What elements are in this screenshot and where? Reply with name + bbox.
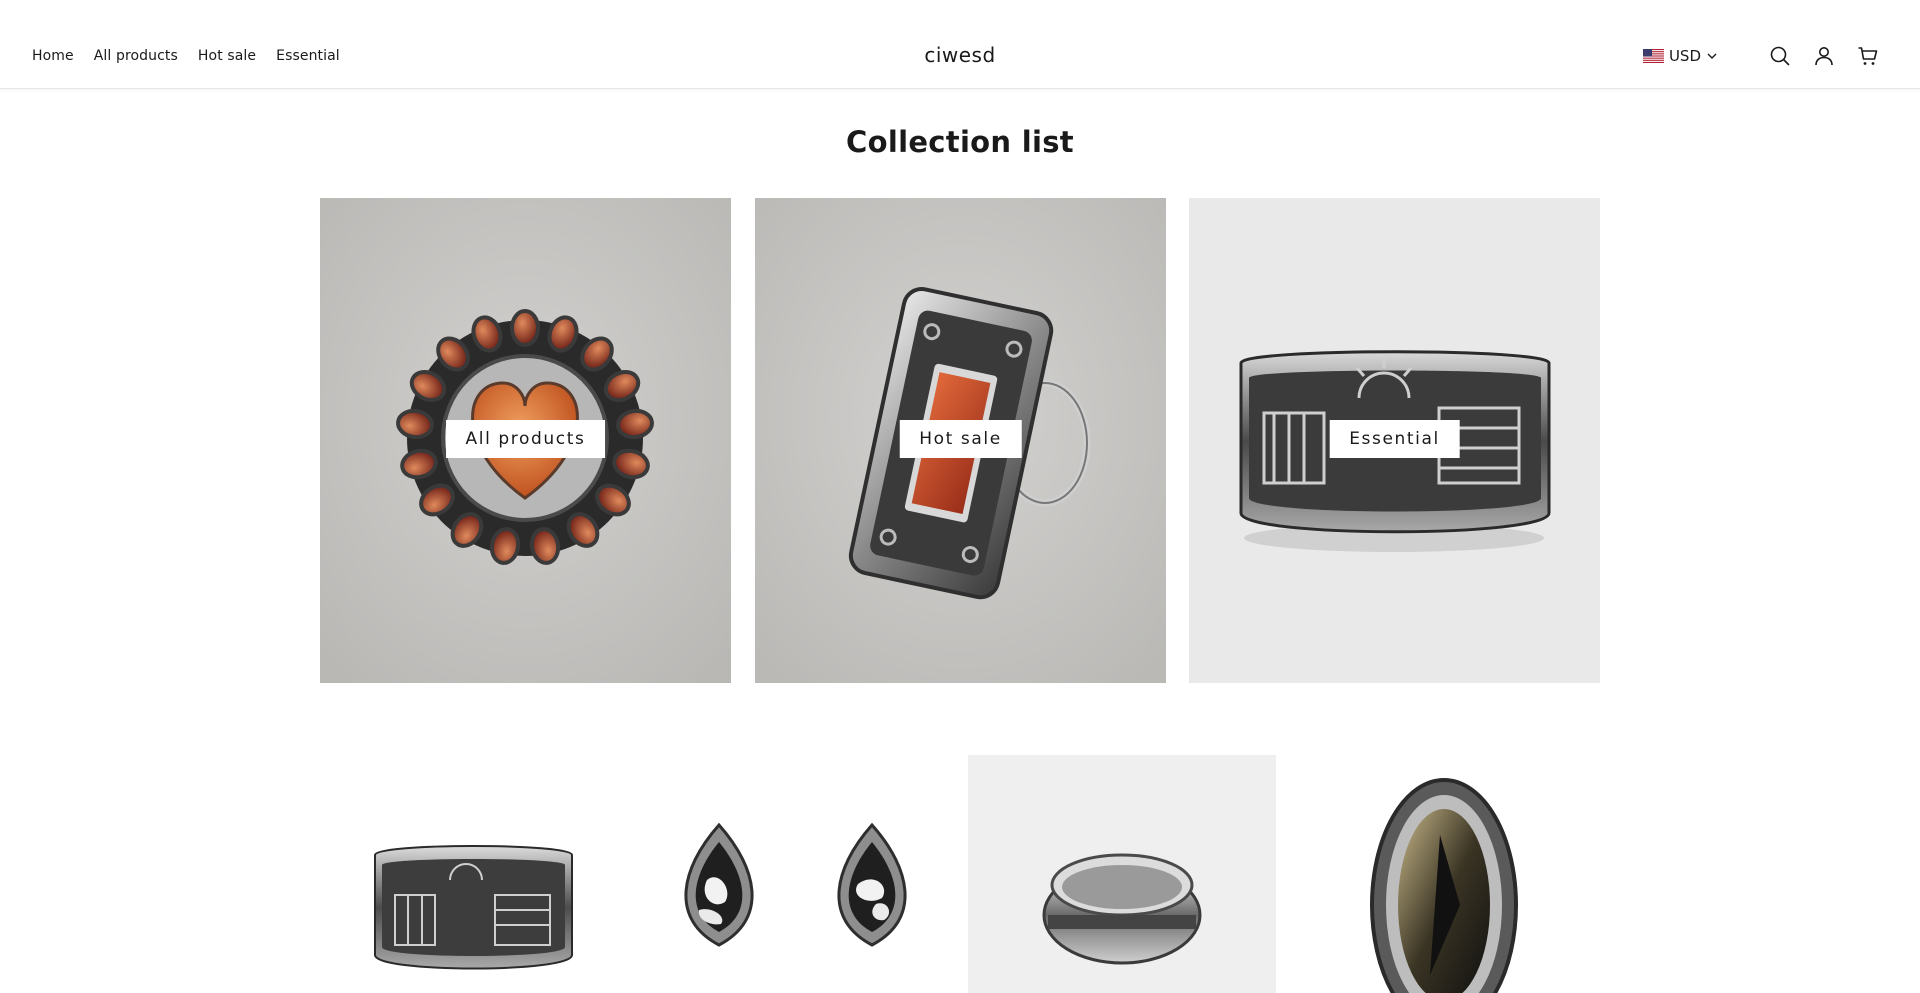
collection-card-label: Hot sale (899, 420, 1022, 458)
currency-label: USD (1668, 47, 1701, 65)
oval-stone-ring-product-image (1290, 755, 1598, 993)
silver-spinner-band-product-image (968, 755, 1276, 993)
site-header: Home All products Hot sale Essential ciw… (0, 0, 1920, 89)
collection-card-essential[interactable]: Essential (1189, 198, 1600, 683)
account-icon[interactable] (1812, 44, 1836, 68)
nav-essential[interactable]: Essential (276, 48, 340, 64)
collection-card-label: All products (445, 420, 606, 458)
nav-hot-sale[interactable]: Hot sale (198, 48, 256, 64)
store-logo[interactable]: ciwesd (924, 43, 995, 67)
product-card[interactable] (634, 755, 942, 993)
search-icon[interactable] (1768, 44, 1792, 68)
us-flag-icon (1642, 49, 1664, 63)
chevron-down-icon (1707, 53, 1717, 59)
header-tools: USD (1642, 44, 1880, 68)
product-card[interactable] (320, 755, 628, 993)
cart-icon[interactable] (1856, 44, 1880, 68)
collection-card-all-products[interactable]: All products (320, 198, 731, 683)
storyteller-band-product-image (320, 755, 628, 993)
collection-card-hot-sale[interactable]: Hot sale (755, 198, 1166, 683)
nav-home[interactable]: Home (32, 48, 74, 64)
product-card[interactable] (968, 755, 1276, 993)
nav-all-products[interactable]: All products (94, 48, 178, 64)
collection-card-label: Essential (1329, 420, 1460, 458)
teardrop-earrings-product-image (634, 755, 942, 993)
main-nav: Home All products Hot sale Essential (32, 48, 340, 64)
currency-selector[interactable]: USD (1642, 47, 1718, 65)
collection-title: Collection list (846, 125, 1074, 159)
product-card[interactable] (1290, 755, 1598, 993)
